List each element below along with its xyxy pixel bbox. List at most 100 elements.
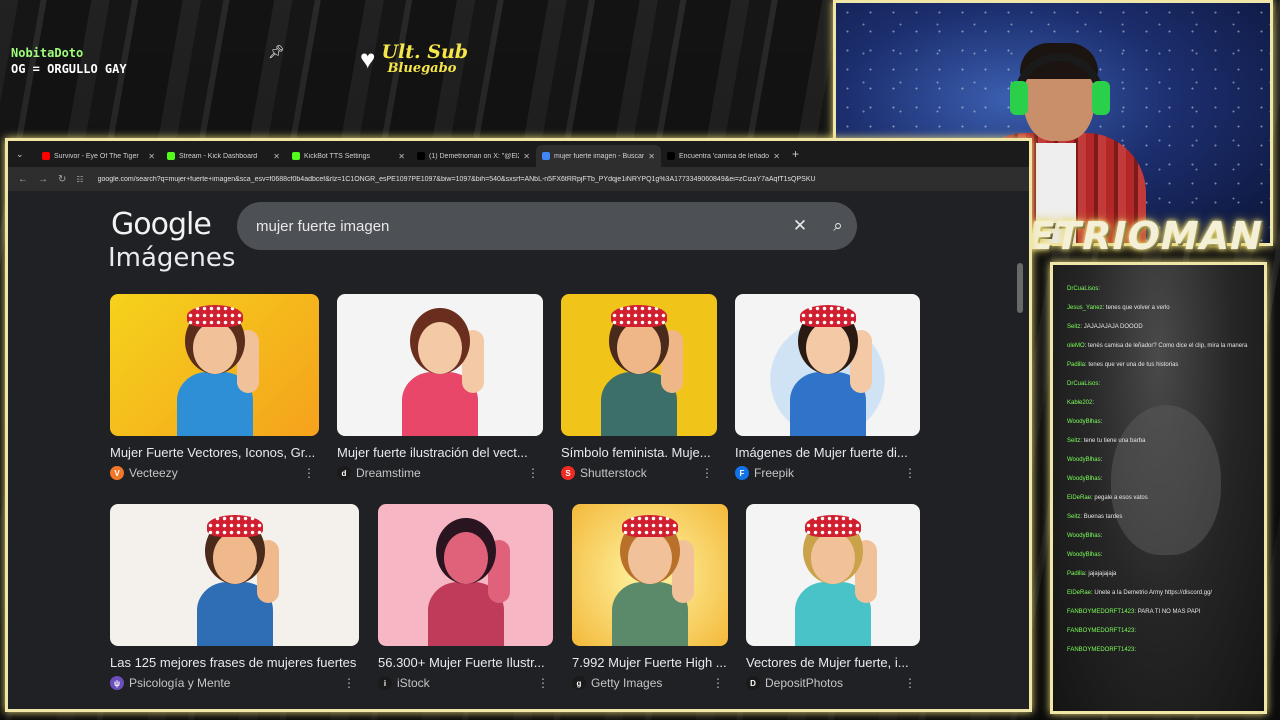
page-scrollbar[interactable] [1017,263,1023,313]
chat-username[interactable]: WoodyBlhas [1067,476,1101,482]
browser-tab[interactable]: mujer fuerte imagen - Buscar c ✕ [536,145,661,167]
tab-search-icon[interactable]: ⌄ [16,149,36,160]
tab-favicon-icon [167,152,175,160]
result-title[interactable]: Vectores de Mujer fuerte, i... [746,655,920,670]
result-thumbnail[interactable] [110,294,319,436]
chat-username[interactable]: DrCuaLisos [1067,286,1098,292]
result-source[interactable]: i iStock ⋮ [378,676,553,690]
back-icon[interactable]: ← [18,174,28,185]
result-source[interactable]: V Vecteezy ⋮ [110,466,319,480]
tab-title: Survivor - Eye Of The Tiger [54,152,139,160]
reload-icon[interactable]: ↻ [58,174,66,185]
tab-favicon-icon [292,152,300,160]
more-options-icon[interactable]: ⋮ [712,676,724,690]
result-title[interactable]: 7.992 Mujer Fuerte High ... [572,655,728,670]
more-options-icon[interactable]: ⋮ [303,466,315,480]
image-result-card[interactable]: 56.300+ Mujer Fuerte Ilustr... i iStock ⋮ [378,504,553,690]
google-logo[interactable]: Google [111,207,212,242]
chat-username[interactable]: WoodyBlhas [1067,419,1101,425]
more-options-icon[interactable]: ⋮ [904,466,916,480]
result-source[interactable]: d Dreamstime ⋮ [337,466,543,480]
tab-close-icon[interactable]: ✕ [273,152,280,161]
result-source[interactable]: S Shutterstock ⋮ [561,466,717,480]
result-title[interactable]: 56.300+ Mujer Fuerte Ilustr... [378,655,553,670]
result-title[interactable]: Imágenes de Mujer fuerte di... [735,445,920,460]
chat-username[interactable]: FANBOYMEDORFT1423 [1067,647,1134,653]
result-thumbnail[interactable] [572,504,728,646]
last-sub-name: Bluegabo [387,61,457,76]
chat-username[interactable]: WoodyBlhas [1067,533,1101,539]
result-thumbnail[interactable] [746,504,920,646]
chat-message: Padilla: jajajajajaja [1067,571,1117,577]
site-info-icon[interactable]: ☷ [76,175,83,184]
forward-icon[interactable]: → [38,174,48,185]
result-thumbnail[interactable] [378,504,553,646]
tab-close-icon[interactable]: ✕ [648,152,655,161]
image-result-card[interactable]: Vectores de Mujer fuerte, i... D DepositPh… [746,504,920,690]
chat-username[interactable]: Seitz [1067,324,1080,330]
more-options-icon[interactable]: ⋮ [527,466,539,480]
chat-username[interactable]: Jesus_Yanez [1067,305,1103,311]
chat-username[interactable]: WoodyBlhas [1067,457,1101,463]
highlight-message: OG = ORGULLO GAY [11,62,127,76]
tab-favicon-icon [42,152,50,160]
more-options-icon[interactable]: ⋮ [904,676,916,690]
search-input[interactable]: mujer fuerte imagen [256,218,781,235]
chat-text: JAJAJAJAJA DOOOD [1083,324,1143,330]
chat-username[interactable]: Seitz [1067,514,1080,520]
result-title[interactable]: Mujer fuerte ilustración del vect... [337,445,543,460]
more-options-icon[interactable]: ⋮ [701,466,713,480]
search-box[interactable]: mujer fuerte imagen ✕ 🎤︎ ⦿ ⌕ [237,202,857,418]
chat-username[interactable]: ElDeRae [1067,590,1091,596]
new-tab-button[interactable]: + [792,147,799,161]
image-result-card[interactable]: Imágenes de Mujer fuerte di... F Freepik ⋮ [735,294,920,480]
result-title[interactable]: Las 125 mejores frases de mujeres fuerte… [110,655,359,670]
browser-tab[interactable]: Encuentra 'camisa de leñador' o ✕ [661,145,786,167]
chat-text: Buenas tardes [1083,514,1123,520]
browser-tab[interactable]: Survivor - Eye Of The Tiger ✕ [36,145,161,167]
browser-tab[interactable]: (1) Demetrioman on X: "@El2m ✕ [411,145,536,167]
chat-list[interactable]: DrCuaLisos: Jesus_Yanez: tenes que volve… [1067,285,1257,665]
result-title[interactable]: Símbolo feminista. Muje... [561,445,717,460]
chat-username[interactable]: WoodyBlhas [1067,552,1101,558]
tab-close-icon[interactable]: ✕ [523,152,530,161]
result-thumbnail[interactable] [337,294,543,436]
tab-close-icon[interactable]: ✕ [773,152,780,161]
chat-username[interactable]: FANBOYMEDORFT1423 [1067,609,1134,615]
chat-username[interactable]: ElDeRae [1067,495,1091,501]
more-options-icon[interactable]: ⋮ [537,676,549,690]
result-thumbnail[interactable] [561,294,717,436]
image-result-card[interactable]: Mujer fuerte ilustración del vect... d Dre… [337,294,543,480]
url-field[interactable]: google.com/search?q=mujer+fuerte+imagen&… [98,176,1029,183]
image-result-card[interactable]: Símbolo feminista. Muje... S Shutterstock ⋮ [561,294,717,480]
result-title[interactable]: Mujer Fuerte Vectores, Iconos, Gr... [110,445,319,460]
result-source[interactable]: ψ Psicología y Mente ⋮ [110,676,359,690]
chat-message: ElDeRae: pegale a esos vatos [1067,495,1148,501]
result-source[interactable]: F Freepik ⋮ [735,466,920,480]
clear-icon[interactable]: ✕ [781,216,819,236]
chat-message: Seitz: tene tu tiene una barba [1067,438,1146,444]
image-result-card[interactable]: Las 125 mejores frases de mujeres fuerte… [110,504,359,690]
heart-icon: ♥ [360,44,376,74]
chat-username[interactable]: FANBOYMEDORFT1423 [1067,628,1134,634]
image-result-card[interactable]: 7.992 Mujer Fuerte High ... g Getty Images… [572,504,728,690]
result-source[interactable]: g Getty Images ⋮ [572,676,728,690]
tab-close-icon[interactable]: ✕ [148,152,155,161]
result-source[interactable]: D DepositPhotos ⋮ [746,676,920,690]
search-icon[interactable]: ⌕ [819,216,857,236]
tab-title: mujer fuerte imagen - Buscar c [554,152,645,160]
chat-username[interactable]: Kable202 [1067,400,1092,406]
result-thumbnail[interactable] [110,504,359,646]
chat-username[interactable]: Padilla [1067,571,1085,577]
image-result-card[interactable]: Mujer Fuerte Vectores, Iconos, Gr... V Vec… [110,294,319,480]
chat-username[interactable]: oleMO [1067,343,1085,349]
result-thumbnail[interactable] [735,294,920,436]
browser-tab[interactable]: Stream - Kick Dashboard ✕ [161,145,286,167]
chat-username[interactable]: DrCuaLisos [1067,381,1098,387]
chat-username[interactable]: Padilla [1067,362,1085,368]
chat-username[interactable]: Seitz [1067,438,1080,444]
tab-close-icon[interactable]: ✕ [398,152,405,161]
pin-icon: 📌︎ [268,44,285,59]
more-options-icon[interactable]: ⋮ [343,676,355,690]
browser-tab[interactable]: KickBot TTS Settings ✕ [286,145,411,167]
